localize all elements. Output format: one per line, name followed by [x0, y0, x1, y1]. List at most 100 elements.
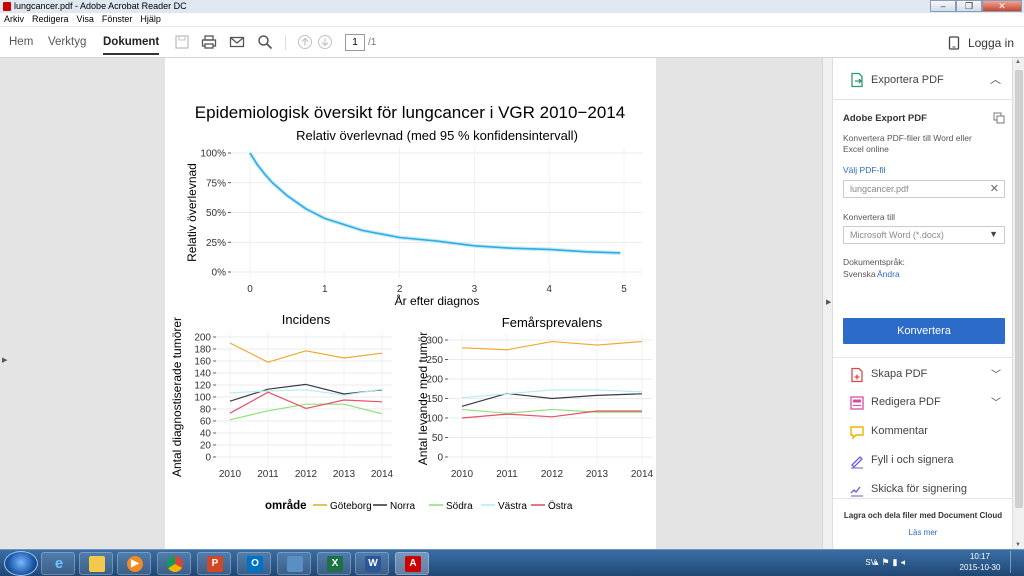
- change-language-link[interactable]: Ändra: [877, 269, 900, 279]
- y-tick-label: 25%: [206, 238, 226, 249]
- scrollbar-thumb[interactable]: [1015, 70, 1023, 508]
- y-tick-label: 40: [200, 429, 212, 440]
- tab-verktyg[interactable]: Verktyg: [48, 36, 86, 48]
- acrobat-taskbar-icon[interactable]: A: [395, 552, 429, 575]
- main-toolbar: Hem Verktyg Dokument: [0, 27, 1024, 58]
- file-manager-taskbar-icon[interactable]: [277, 552, 311, 575]
- file-name: lungcancer.pdf: [850, 184, 909, 194]
- y-tick-label: 50%: [206, 208, 226, 219]
- panel-divider: [833, 357, 1013, 358]
- export-pdf-header[interactable]: Exportera PDF ︿: [833, 58, 1013, 100]
- show-desktop-button[interactable]: [1010, 551, 1018, 573]
- tool-fill-sign[interactable]: Fyll i och signera: [833, 447, 1013, 475]
- tool-edit-pdf[interactable]: Redigera PDF ﹀: [833, 389, 1013, 417]
- tool-label: Redigera PDF: [871, 396, 941, 408]
- chart-title: Femårsprevalens: [502, 315, 603, 330]
- x-tick-label: 2012: [541, 469, 564, 480]
- word-taskbar-icon[interactable]: W: [355, 552, 389, 575]
- tool-comment[interactable]: Kommentar: [833, 418, 1013, 446]
- x-tick-label: 2011: [257, 469, 279, 480]
- previous-page-icon[interactable]: [297, 34, 313, 50]
- menu-redigera[interactable]: Redigera: [32, 13, 69, 26]
- legend-label: Västra: [498, 501, 527, 512]
- close-window-button[interactable]: ✕: [982, 0, 1022, 12]
- select-pdf-link[interactable]: Välj PDF-fil: [843, 165, 886, 175]
- window-title: lungcancer.pdf - Adobe Acrobat Reader DC: [14, 1, 187, 11]
- ie-taskbar-icon[interactable]: e: [41, 552, 75, 575]
- page-total: /1: [368, 37, 377, 48]
- tray-icons[interactable]: ▴⚑▮◂: [874, 557, 908, 568]
- login-button[interactable]: Logga in: [948, 36, 1014, 50]
- export-description-line1: Konvertera PDF-filer till Word eller: [843, 133, 972, 143]
- chevron-down-icon[interactable]: ﹀: [991, 394, 1001, 409]
- vertical-scrollbar[interactable]: ▲ ▼: [1012, 58, 1024, 549]
- document-cloud-promo: Lagra och dela filer med Document Cloud …: [833, 498, 1013, 549]
- x-tick-label: 2010: [219, 469, 242, 480]
- tool-label: Skicka för signering: [871, 483, 967, 495]
- scroll-up-icon[interactable]: ▲: [1015, 59, 1021, 65]
- x-tick-label: 1: [322, 284, 328, 295]
- right-panel-splitter[interactable]: ▶: [822, 58, 832, 549]
- explorer-taskbar-icon[interactable]: [79, 552, 113, 575]
- dropdown-caret-icon: ▼: [989, 229, 998, 239]
- tool-label: Skapa PDF: [871, 368, 928, 380]
- collapse-right-panel-icon[interactable]: ▶: [826, 298, 831, 306]
- edit-pdf-icon: [850, 396, 864, 410]
- pdf-page: Epidemiologisk översikt för lungcancer i…: [165, 58, 656, 549]
- menu-visa[interactable]: Visa: [77, 13, 94, 26]
- clock-date[interactable]: 2015-10-30: [956, 563, 1004, 572]
- media-player-taskbar-icon[interactable]: ▶: [117, 552, 151, 575]
- y-tick-label: 75%: [206, 178, 226, 189]
- y-tick-label: 100%: [200, 149, 226, 160]
- start-button[interactable]: [4, 551, 38, 576]
- read-more-link[interactable]: Läs mer: [833, 528, 1013, 537]
- y-tick-label: 120: [194, 381, 211, 392]
- chevron-down-icon[interactable]: ﹀: [991, 366, 1001, 381]
- menu-arkiv[interactable]: Arkiv: [4, 13, 24, 26]
- minimize-button[interactable]: –: [930, 0, 956, 12]
- page-number-input[interactable]: 1: [345, 34, 365, 51]
- cloud-promo-text: Lagra och dela filer med Document Cloud: [843, 511, 1003, 520]
- maximize-button[interactable]: ❐: [956, 0, 982, 12]
- epidemiology-figure: Epidemiologisk översikt för lungcancer i…: [170, 103, 654, 512]
- tab-dokument[interactable]: Dokument: [103, 36, 160, 55]
- left-panel-toggle-icon[interactable]: ▶: [2, 356, 7, 364]
- convert-button[interactable]: Konvertera: [843, 318, 1005, 344]
- prevalence-chart: 0501001502002503002010 2011 2012 2013 2014Fe…: [416, 315, 654, 480]
- legend-label: Norra: [390, 501, 415, 512]
- file-field[interactable]: lungcancer.pdf ✕: [843, 180, 1005, 198]
- next-page-icon[interactable]: [317, 34, 333, 50]
- menu-fonster[interactable]: Fönster: [102, 13, 133, 26]
- x-tick-label: 2013: [586, 469, 609, 480]
- export-description-line2: Excel online: [843, 144, 889, 154]
- clear-file-icon[interactable]: ✕: [990, 182, 999, 195]
- x-tick-label: 2012: [295, 469, 318, 480]
- save-icon[interactable]: [174, 34, 190, 50]
- convert-to-select[interactable]: Microsoft Word (*.docx) ▼: [843, 226, 1005, 244]
- x-tick-label: 2010: [451, 469, 474, 480]
- clock-time[interactable]: 10:17: [956, 552, 1004, 561]
- collapse-chevron-icon[interactable]: ︿: [990, 71, 1001, 87]
- y-tick-label: 0: [205, 453, 211, 464]
- chrome-taskbar-icon[interactable]: [157, 552, 191, 575]
- x-axis-label: År efter diagnos: [395, 293, 480, 308]
- outlook-taskbar-icon[interactable]: O: [237, 552, 271, 575]
- tab-hem[interactable]: Hem: [9, 36, 33, 48]
- y-tick-label: 0: [437, 453, 443, 464]
- fill-sign-icon: [851, 456, 863, 469]
- powerpoint-taskbar-icon[interactable]: P: [197, 552, 231, 575]
- x-tick-label: 2013: [333, 469, 356, 480]
- menu-hjalp[interactable]: Hjälp: [140, 13, 161, 26]
- y-tick-label: 20: [200, 441, 212, 452]
- scroll-down-icon[interactable]: ▼: [1015, 542, 1021, 548]
- phone-icon: [948, 36, 960, 50]
- copy-icon[interactable]: [993, 112, 1005, 124]
- email-icon[interactable]: [229, 34, 245, 50]
- print-icon[interactable]: [201, 34, 217, 50]
- search-icon[interactable]: [257, 34, 273, 50]
- tool-create-pdf[interactable]: Skapa PDF ﹀: [833, 361, 1013, 389]
- x-tick-label: 2014: [371, 469, 394, 480]
- create-pdf-icon: [851, 367, 863, 383]
- excel-taskbar-icon[interactable]: X: [317, 552, 351, 575]
- x-tick-label: 2011: [496, 469, 518, 480]
